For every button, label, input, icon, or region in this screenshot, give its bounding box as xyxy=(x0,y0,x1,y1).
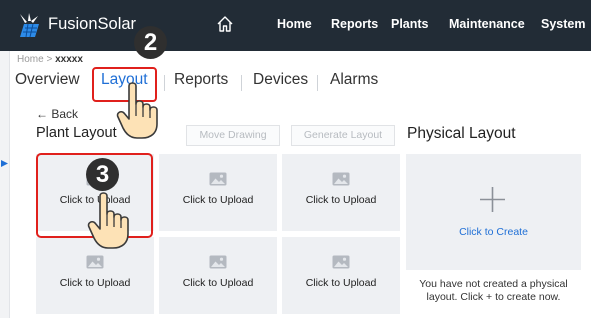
tab-overview[interactable]: Overview xyxy=(15,71,80,89)
generate-layout-button[interactable]: Generate Layout xyxy=(291,125,395,146)
nav-reports[interactable]: Reports xyxy=(331,17,378,31)
expand-arrow-icon[interactable] xyxy=(1,160,8,167)
tab-devices[interactable]: Devices xyxy=(253,71,308,89)
tab-divider xyxy=(241,75,242,91)
hand-pointer-icon xyxy=(87,192,129,249)
upload-tile-label: Click to Upload xyxy=(182,194,254,206)
image-placeholder-icon xyxy=(209,255,227,269)
fusionsolar-logo-icon[interactable] xyxy=(18,12,40,38)
upload-tile[interactable]: Click to Upload xyxy=(159,237,277,314)
upload-tile[interactable]: Click to Upload xyxy=(282,237,400,314)
plus-icon[interactable] xyxy=(479,186,506,213)
image-placeholder-icon xyxy=(209,172,227,186)
hand-pointer-icon xyxy=(116,82,158,139)
physical-layout-note: You have not created a physical layout. … xyxy=(419,278,568,303)
tab-divider xyxy=(164,75,165,91)
image-placeholder-icon xyxy=(332,172,350,186)
step-marker-2: 2 xyxy=(134,26,167,59)
move-drawing-button[interactable]: Move Drawing xyxy=(186,125,280,146)
app-title[interactable]: FusionSolar xyxy=(48,15,136,34)
upload-tile-label: Click to Upload xyxy=(59,277,131,289)
top-bar: FusionSolar Home Reports Plants Maintena… xyxy=(0,0,591,51)
nav-plants[interactable]: Plants xyxy=(391,17,429,31)
upload-tile[interactable]: Click to Upload xyxy=(282,154,400,231)
upload-tile-label: Click to Upload xyxy=(305,194,377,206)
home-icon[interactable] xyxy=(215,14,235,34)
physical-layout-title: Physical Layout xyxy=(407,125,516,142)
breadcrumb: Home > xxxxx xyxy=(17,54,83,65)
image-placeholder-icon xyxy=(86,255,104,269)
step-marker-3: 3 xyxy=(86,158,119,191)
image-placeholder-icon xyxy=(332,255,350,269)
plant-layout-title: Plant Layout xyxy=(36,125,117,141)
back-link[interactable]: ← Back xyxy=(36,107,78,121)
breadcrumb-separator: > xyxy=(46,54,53,65)
tab-divider xyxy=(317,75,318,91)
upload-tile-label: Click to Upload xyxy=(182,277,254,289)
tab-reports[interactable]: Reports xyxy=(174,71,228,89)
breadcrumb-current: xxxxx xyxy=(55,54,83,65)
tab-alarms[interactable]: Alarms xyxy=(330,71,378,89)
side-panel-edge[interactable] xyxy=(0,51,10,318)
nav-home[interactable]: Home xyxy=(277,17,312,31)
upload-tile-label: Click to Upload xyxy=(305,277,377,289)
create-physical-layout-card[interactable]: Click to Create xyxy=(406,154,581,270)
nav-maintenance[interactable]: Maintenance xyxy=(449,17,525,31)
nav-system[interactable]: System xyxy=(541,17,585,31)
upload-tile[interactable]: Click to Upload xyxy=(159,154,277,231)
breadcrumb-home[interactable]: Home xyxy=(17,54,44,65)
click-to-create-label[interactable]: Click to Create xyxy=(406,226,581,238)
